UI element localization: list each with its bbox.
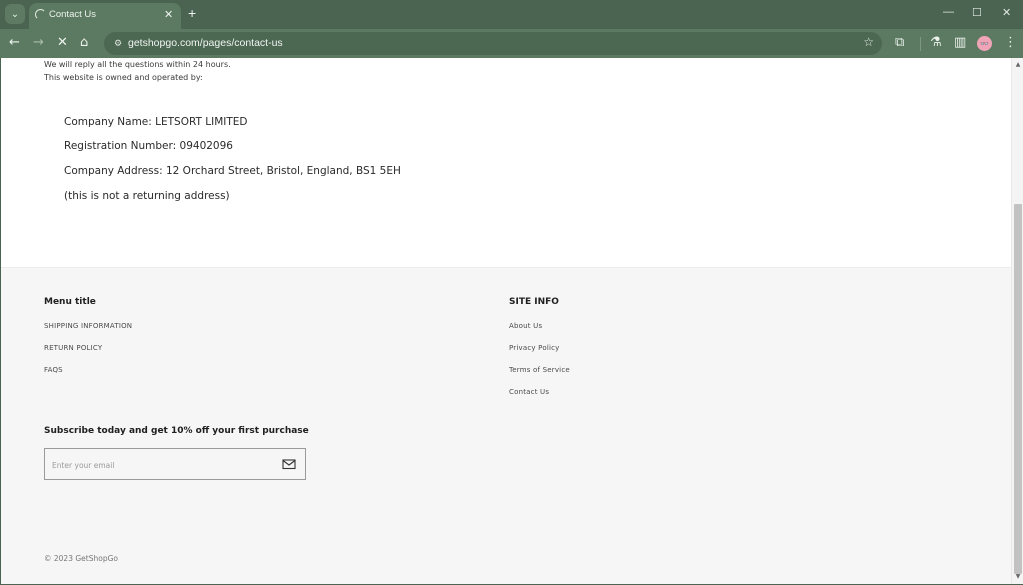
extensions-icon[interactable]: ⧉: [895, 35, 904, 51]
subscribe-title: Subscribe today and get 10% off your fir…: [44, 426, 309, 436]
tab-search-button[interactable]: ⌄: [5, 4, 25, 24]
scrollbar-thumb[interactable]: [1014, 204, 1022, 574]
mail-icon[interactable]: [282, 457, 296, 471]
browser-menu-icon[interactable]: ⋮: [1004, 35, 1017, 51]
footer-link-about-us[interactable]: About Us: [509, 322, 542, 330]
scroll-up-arrow-icon[interactable]: ▲: [1014, 61, 1022, 69]
back-button[interactable]: ←: [9, 35, 20, 51]
contact-content: We will reply all the questions within 2…: [1, 58, 1011, 267]
page-scrollbar[interactable]: ▲ ▼: [1011, 58, 1023, 584]
site-info-title: SITE INFO: [509, 297, 559, 307]
minimize-button[interactable]: —: [943, 6, 954, 18]
browser-window: ⌄ Contact Us ✕ + — ☐ ✕ ← → ✕ ⌂ ⚙ getshop…: [0, 0, 1023, 585]
scroll-down-arrow-icon[interactable]: ▼: [1014, 573, 1022, 581]
home-button[interactable]: ⌂: [80, 35, 88, 51]
owned-note: This website is owned and operated by:: [44, 73, 203, 82]
maximize-button[interactable]: ☐: [972, 6, 982, 19]
site-info-icon[interactable]: ⚙: [110, 36, 126, 51]
browser-toolbar: ← → ✕ ⌂ ⚙ getshopgo.com/pages/contact-us…: [0, 29, 1023, 58]
close-window-button[interactable]: ✕: [1002, 6, 1011, 19]
address-note: (this is not a returning address): [64, 190, 230, 202]
chevron-down-icon: ⌄: [10, 8, 20, 20]
tab-title: Contact Us: [49, 9, 96, 20]
footer-link-contact-us[interactable]: Contact Us: [509, 388, 549, 396]
tab-strip: ⌄ Contact Us ✕ + — ☐ ✕: [0, 0, 1023, 29]
bookmark-star-icon[interactable]: ☆: [863, 35, 874, 49]
footer-link-return-policy[interactable]: RETURN POLICY: [44, 344, 102, 352]
stop-loading-button[interactable]: ✕: [57, 35, 68, 51]
new-tab-button[interactable]: +: [188, 5, 196, 21]
site-footer: Menu title SHIPPING INFORMATION RETURN P…: [1, 267, 1011, 584]
menu-title: Menu title: [44, 297, 96, 307]
profile-avatar[interactable]: 👓: [977, 36, 992, 51]
registration-number: Registration Number: 09402096: [64, 140, 233, 152]
labs-flask-icon[interactable]: ⚗: [930, 35, 942, 51]
company-address: Company Address: 12 Orchard Street, Bris…: [64, 165, 401, 177]
url-text[interactable]: getshopgo.com/pages/contact-us: [128, 37, 283, 49]
footer-link-privacy-policy[interactable]: Privacy Policy: [509, 344, 560, 352]
side-panel-icon[interactable]: ▥: [954, 35, 966, 51]
email-input[interactable]: [52, 457, 272, 473]
toolbar-divider: [920, 37, 921, 51]
loading-spinner-icon: [35, 9, 46, 20]
page-viewport: We will reply all the questions within 2…: [1, 58, 1011, 584]
reply-note: We will reply all the questions within 2…: [44, 60, 231, 69]
footer-link-terms[interactable]: Terms of Service: [509, 366, 570, 374]
footer-link-shipping[interactable]: SHIPPING INFORMATION: [44, 322, 132, 330]
tab-contact-us[interactable]: Contact Us ✕: [29, 3, 181, 29]
company-name: Company Name: LETSORT LIMITED: [64, 116, 248, 128]
copyright-text: © 2023 GetShopGo: [44, 554, 118, 563]
footer-link-faqs[interactable]: FAQS: [44, 366, 63, 374]
subscribe-form: [44, 448, 306, 480]
tab-close-icon[interactable]: ✕: [164, 8, 173, 21]
forward-button[interactable]: →: [33, 35, 44, 51]
address-bar[interactable]: ⚙ getshopgo.com/pages/contact-us ☆: [104, 32, 882, 55]
